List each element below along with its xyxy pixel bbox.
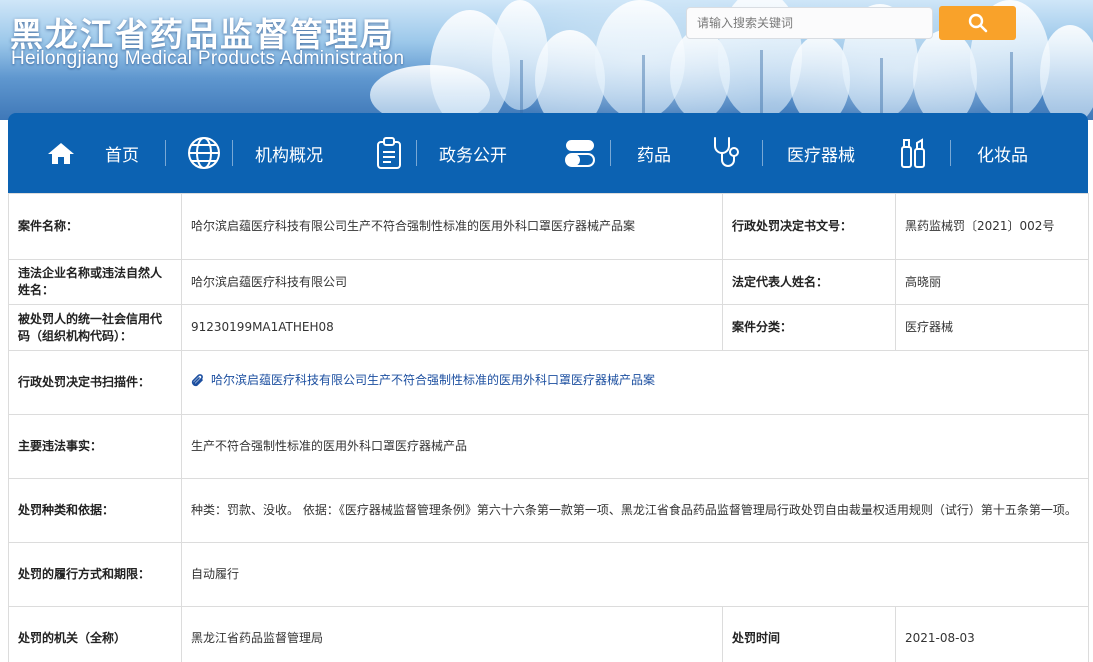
nav-divider — [610, 140, 611, 166]
table-row: 处罚的机关（全称） 黑龙江省药品监督管理局 处罚时间 2021-08-03 — [8, 606, 1089, 662]
cosmetics-icon — [898, 137, 928, 169]
table-row: 主要违法事实： 生产不符合强制性标准的医用外科口罩医疗器械产品 — [8, 414, 1089, 479]
scan-link-text: 哈尔滨启蕴医疗科技有限公司生产不符合强制性标准的医用外科口罩医疗器械产品案 — [211, 373, 656, 388]
nav-item-gov-affairs[interactable]: 政务公开 — [374, 113, 507, 193]
table-row: 被处罚人的统一社会信用代码（组织机构代码）： 91230199MA1ATHEH0… — [8, 304, 1089, 351]
credit-code-label: 被处罚人的统一社会信用代码（组织机构代码）： — [8, 304, 182, 351]
scan-label: 行政处罚决定书扫描件： — [8, 350, 182, 415]
nav-item-home[interactable]: 首页 — [46, 113, 139, 193]
site-subtitle: Heilongjiang Medical Products Administra… — [11, 48, 405, 69]
penalty-detail-table: 案件名称： 哈尔滨启蕴医疗科技有限公司生产不符合强制性标准的医用外科口罩医疗器械… — [8, 193, 1089, 662]
stethoscope-icon — [710, 136, 742, 170]
category-label: 案件分类： — [722, 304, 896, 351]
home-icon — [46, 141, 76, 165]
legal-rep-label: 法定代表人姓名： — [722, 259, 896, 305]
authority-value: 黑龙江省药品监督管理局 — [181, 606, 723, 662]
nav-item-medical-devices[interactable]: 医疗器械 — [710, 113, 855, 193]
nav-label-drugs: 药品 — [637, 145, 671, 166]
penalty-label: 处罚种类和依据： — [8, 478, 182, 543]
table-row: 案件名称： 哈尔滨启蕴医疗科技有限公司生产不符合强制性标准的医用外科口罩医疗器械… — [8, 193, 1089, 260]
penalty-time-label: 处罚时间 — [722, 606, 896, 662]
search-input[interactable] — [686, 7, 933, 39]
clipboard-icon — [374, 137, 404, 169]
doc-no-label: 行政处罚决定书文号： — [722, 193, 896, 260]
nav-label-gov-affairs: 政务公开 — [439, 145, 507, 166]
table-row: 行政处罚决定书扫描件： 哈尔滨启蕴医疗科技有限公司生产不符合强制性标准的医用外科… — [8, 350, 1089, 415]
legal-rep-value: 高晓丽 — [895, 259, 1089, 305]
nav-divider — [950, 140, 951, 166]
performance-label: 处罚的履行方式和期限： — [8, 542, 182, 607]
penalty-value: 种类：罚款、没收。 依据：《医疗器械监督管理条例》第六十六条第一款第一项、黑龙江… — [181, 478, 1089, 543]
scan-value: 哈尔滨启蕴医疗科技有限公司生产不符合强制性标准的医用外科口罩医疗器械产品案 — [181, 350, 1089, 415]
main-nav: 首页 机构概况 政务公开 药品 医疗器械 化妆品 — [8, 113, 1088, 193]
party-value: 哈尔滨启蕴医疗科技有限公司 — [181, 259, 723, 305]
facts-value: 生产不符合强制性标准的医用外科口罩医疗器械产品 — [181, 414, 1089, 479]
doc-no-value: 黑药监械罚〔2021〕002号 — [895, 193, 1089, 260]
nav-label-about: 机构概况 — [255, 145, 323, 166]
nav-label-cosmetics: 化妆品 — [977, 145, 1028, 166]
search-icon — [968, 13, 987, 33]
pill-icon — [564, 138, 596, 168]
performance-value: 自动履行 — [181, 542, 1089, 607]
category-value: 医疗器械 — [895, 304, 1089, 351]
nav-item-drugs[interactable]: 药品 — [564, 113, 671, 193]
case-name-value: 哈尔滨启蕴医疗科技有限公司生产不符合强制性标准的医用外科口罩医疗器械产品案 — [181, 193, 723, 260]
nav-label-home: 首页 — [105, 145, 139, 166]
search-button[interactable] — [939, 6, 1016, 40]
nav-label-medical-devices: 医疗器械 — [787, 145, 855, 166]
globe-icon — [186, 136, 222, 170]
paperclip-icon — [191, 373, 203, 386]
nav-divider — [165, 140, 166, 166]
facts-label: 主要违法事实： — [8, 414, 182, 479]
nav-divider — [416, 140, 417, 166]
header-banner: 黑龙江省药品监督管理局 Heilongjiang Medical Product… — [0, 0, 1093, 120]
nav-divider — [232, 140, 233, 166]
scan-attachment-link[interactable]: 哈尔滨启蕴医疗科技有限公司生产不符合强制性标准的医用外科口罩医疗器械产品案 — [191, 372, 655, 389]
authority-label: 处罚的机关（全称） — [8, 606, 182, 662]
nav-item-cosmetics[interactable]: 化妆品 — [898, 113, 1028, 193]
table-row: 违法企业名称或违法自然人姓名： 哈尔滨启蕴医疗科技有限公司 法定代表人姓名： 高… — [8, 259, 1089, 305]
table-row: 处罚种类和依据： 种类：罚款、没收。 依据：《医疗器械监督管理条例》第六十六条第… — [8, 478, 1089, 543]
penalty-time-value: 2021-08-03 — [895, 606, 1089, 662]
credit-code-value: 91230199MA1ATHEH08 — [181, 304, 723, 351]
party-label: 违法企业名称或违法自然人姓名： — [8, 259, 182, 305]
nav-item-about[interactable]: 机构概况 — [186, 113, 323, 193]
case-name-label: 案件名称： — [8, 193, 182, 260]
nav-divider — [762, 140, 763, 166]
table-row: 处罚的履行方式和期限： 自动履行 — [8, 542, 1089, 607]
